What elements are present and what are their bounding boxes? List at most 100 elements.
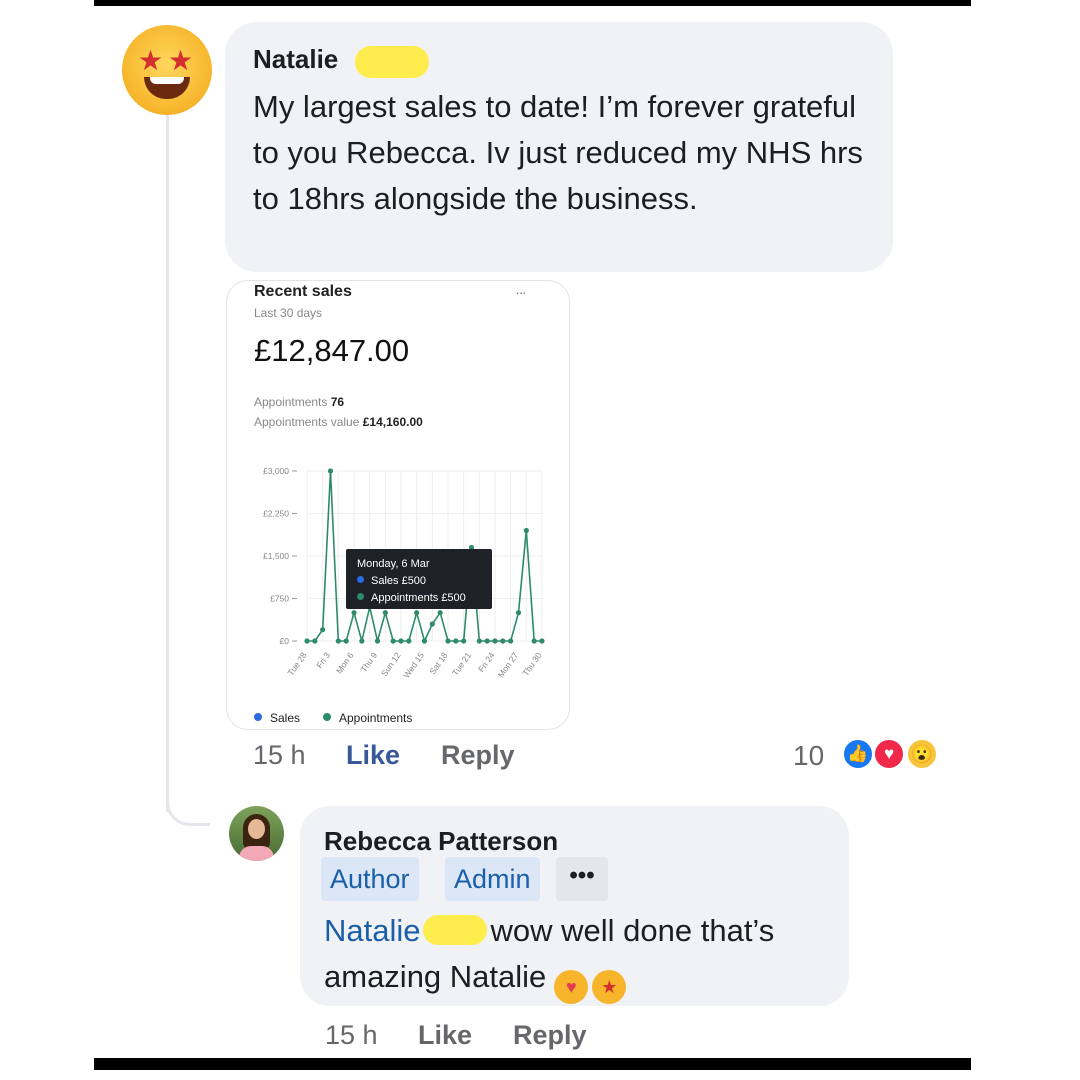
star-struck-icon: ★	[592, 970, 627, 1004]
reply-button[interactable]: Reply	[441, 740, 515, 771]
appointments-data-point	[437, 610, 443, 616]
reply-text-part1: wow well done that’s	[490, 913, 775, 948]
x-tick-label: Thu 9	[358, 650, 379, 674]
tooltip-appointments: Appointments £500	[357, 592, 466, 604]
x-tick-label: Fri 3	[314, 650, 332, 670]
appointments-data-point	[421, 638, 428, 644]
x-tick-label: Wed 15	[401, 650, 426, 680]
smiling-face-with-hearts-icon: ♥	[554, 970, 589, 1004]
appointments-dot-icon	[357, 593, 364, 600]
wow-reaction-icon[interactable]: 😮	[906, 738, 938, 770]
appointments-data-point	[327, 468, 334, 474]
sales-dot-icon	[357, 576, 364, 583]
appointments-data-point	[312, 638, 318, 644]
bottom-border	[94, 1058, 971, 1070]
appointments-data-point	[500, 638, 506, 644]
more-options-icon[interactable]: •••	[556, 857, 608, 901]
appointments-data-point	[453, 638, 459, 644]
appointments-data-point	[343, 638, 349, 644]
appointments-stat: Appointments 76	[254, 395, 344, 409]
y-tick-label: £2,250	[263, 509, 289, 519]
appointments-data-point	[508, 638, 514, 644]
avatar-rebecca[interactable]	[229, 806, 284, 861]
appointments-count: 76	[330, 395, 345, 409]
appointments-data-point	[382, 610, 388, 616]
x-tick-label: Fri 24	[476, 650, 497, 674]
top-border	[94, 0, 971, 6]
reply-author[interactable]: Rebecca Patterson	[324, 826, 558, 857]
reply-reply-button[interactable]: Reply	[513, 1020, 587, 1051]
reply-timestamp[interactable]: 15 h	[325, 1020, 378, 1051]
tooltip-sales: Sales £500	[357, 575, 426, 587]
thread-line	[166, 112, 169, 812]
appointments-dot-icon	[323, 713, 331, 721]
legend-sales[interactable]: Sales	[254, 711, 300, 725]
reply-text-part2: amazing Natalie	[324, 959, 547, 994]
appointments-data-point	[390, 638, 396, 644]
comment-author[interactable]: Natalie	[253, 44, 338, 75]
star-icon: ★	[168, 45, 194, 76]
more-options-icon[interactable]: ...	[516, 283, 526, 297]
appointments-label: Appointments	[254, 395, 328, 409]
y-tick-label: £3,000	[263, 466, 289, 476]
comment-timestamp[interactable]: 15 h	[253, 740, 306, 771]
avatar-face	[248, 819, 265, 839]
appointments-data-point	[445, 638, 451, 644]
appointments-value-amount: £14,160.00	[362, 415, 423, 429]
appointments-data-point	[406, 638, 412, 644]
appointments-data-point	[359, 638, 365, 644]
appointments-data-point	[531, 638, 537, 644]
appointments-data-point	[429, 621, 435, 627]
legend-appointments[interactable]: Appointments	[323, 711, 412, 725]
x-tick-label: Sun 12	[379, 650, 403, 678]
avatar-body	[239, 846, 274, 861]
card-title: Recent sales	[254, 283, 352, 300]
appointments-data-point	[461, 638, 467, 644]
author-badge: Author	[321, 857, 419, 901]
tooltip-date: Monday, 6 Mar	[357, 558, 430, 570]
appointments-data-point	[515, 610, 522, 616]
x-tick-label: Sat 18	[427, 650, 449, 676]
appointments-data-point	[351, 610, 357, 616]
comment-bubble: Natalie My largest sales to date! I’m fo…	[225, 22, 893, 272]
x-tick-label: Mon 27	[496, 650, 521, 679]
y-tick-label: £1,500	[263, 551, 289, 561]
reply-bubble: Rebecca Patterson Author Admin ••• Natal…	[300, 806, 849, 1006]
thread-connector	[166, 780, 210, 826]
tooltip-appointments-text: Appointments £500	[371, 592, 466, 604]
y-tick-label: £750	[270, 594, 289, 604]
appointments-value-label: Appointments value	[254, 415, 360, 429]
recent-sales-card[interactable]: Recent sales Last 30 days ... £12,847.00…	[226, 280, 570, 730]
reply-like-button[interactable]: Like	[418, 1020, 472, 1051]
x-tick-label: Tue 28	[285, 650, 308, 677]
x-tick-label: Thu 30	[520, 650, 544, 678]
legend-appointments-label: Appointments	[339, 711, 413, 725]
like-button[interactable]: Like	[346, 740, 400, 771]
appointments-data-point	[320, 627, 326, 633]
appointments-data-point	[492, 638, 498, 644]
appointments-data-point	[335, 638, 341, 644]
appointments-data-point	[523, 527, 529, 534]
reaction-count[interactable]: 10	[793, 740, 824, 772]
avatar-star-struck-emoji[interactable]: ★ ★	[122, 25, 212, 115]
star-icon: ★	[138, 45, 164, 76]
thumbs-up-reaction-icon[interactable]: 👍	[842, 738, 874, 770]
card-subtitle: Last 30 days	[254, 306, 323, 320]
appointments-data-point	[476, 638, 482, 644]
comment-text: My largest sales to date! I’m forever gr…	[253, 89, 863, 216]
heart-reaction-icon[interactable]: ♥	[873, 738, 905, 770]
x-tick-label: Tue 21	[450, 650, 473, 677]
y-tick-label: £0	[280, 636, 290, 646]
mention-link[interactable]: Natalie	[324, 913, 421, 948]
appointments-data-point	[539, 638, 545, 644]
chart-tooltip: Monday, 6 Mar Sales £500 Appointments £5…	[346, 549, 492, 609]
grin-mouth	[144, 77, 190, 99]
sales-total: £12,847.00	[254, 333, 410, 368]
appointments-data-point	[484, 638, 490, 644]
x-tick-label: Mon 6	[334, 650, 356, 675]
tooltip-sales-text: Sales £500	[371, 575, 427, 587]
name-redaction	[355, 46, 429, 78]
appointments-value-stat: Appointments value £14,160.00	[254, 415, 423, 429]
admin-badge: Admin	[445, 857, 540, 901]
name-redaction	[422, 915, 487, 945]
